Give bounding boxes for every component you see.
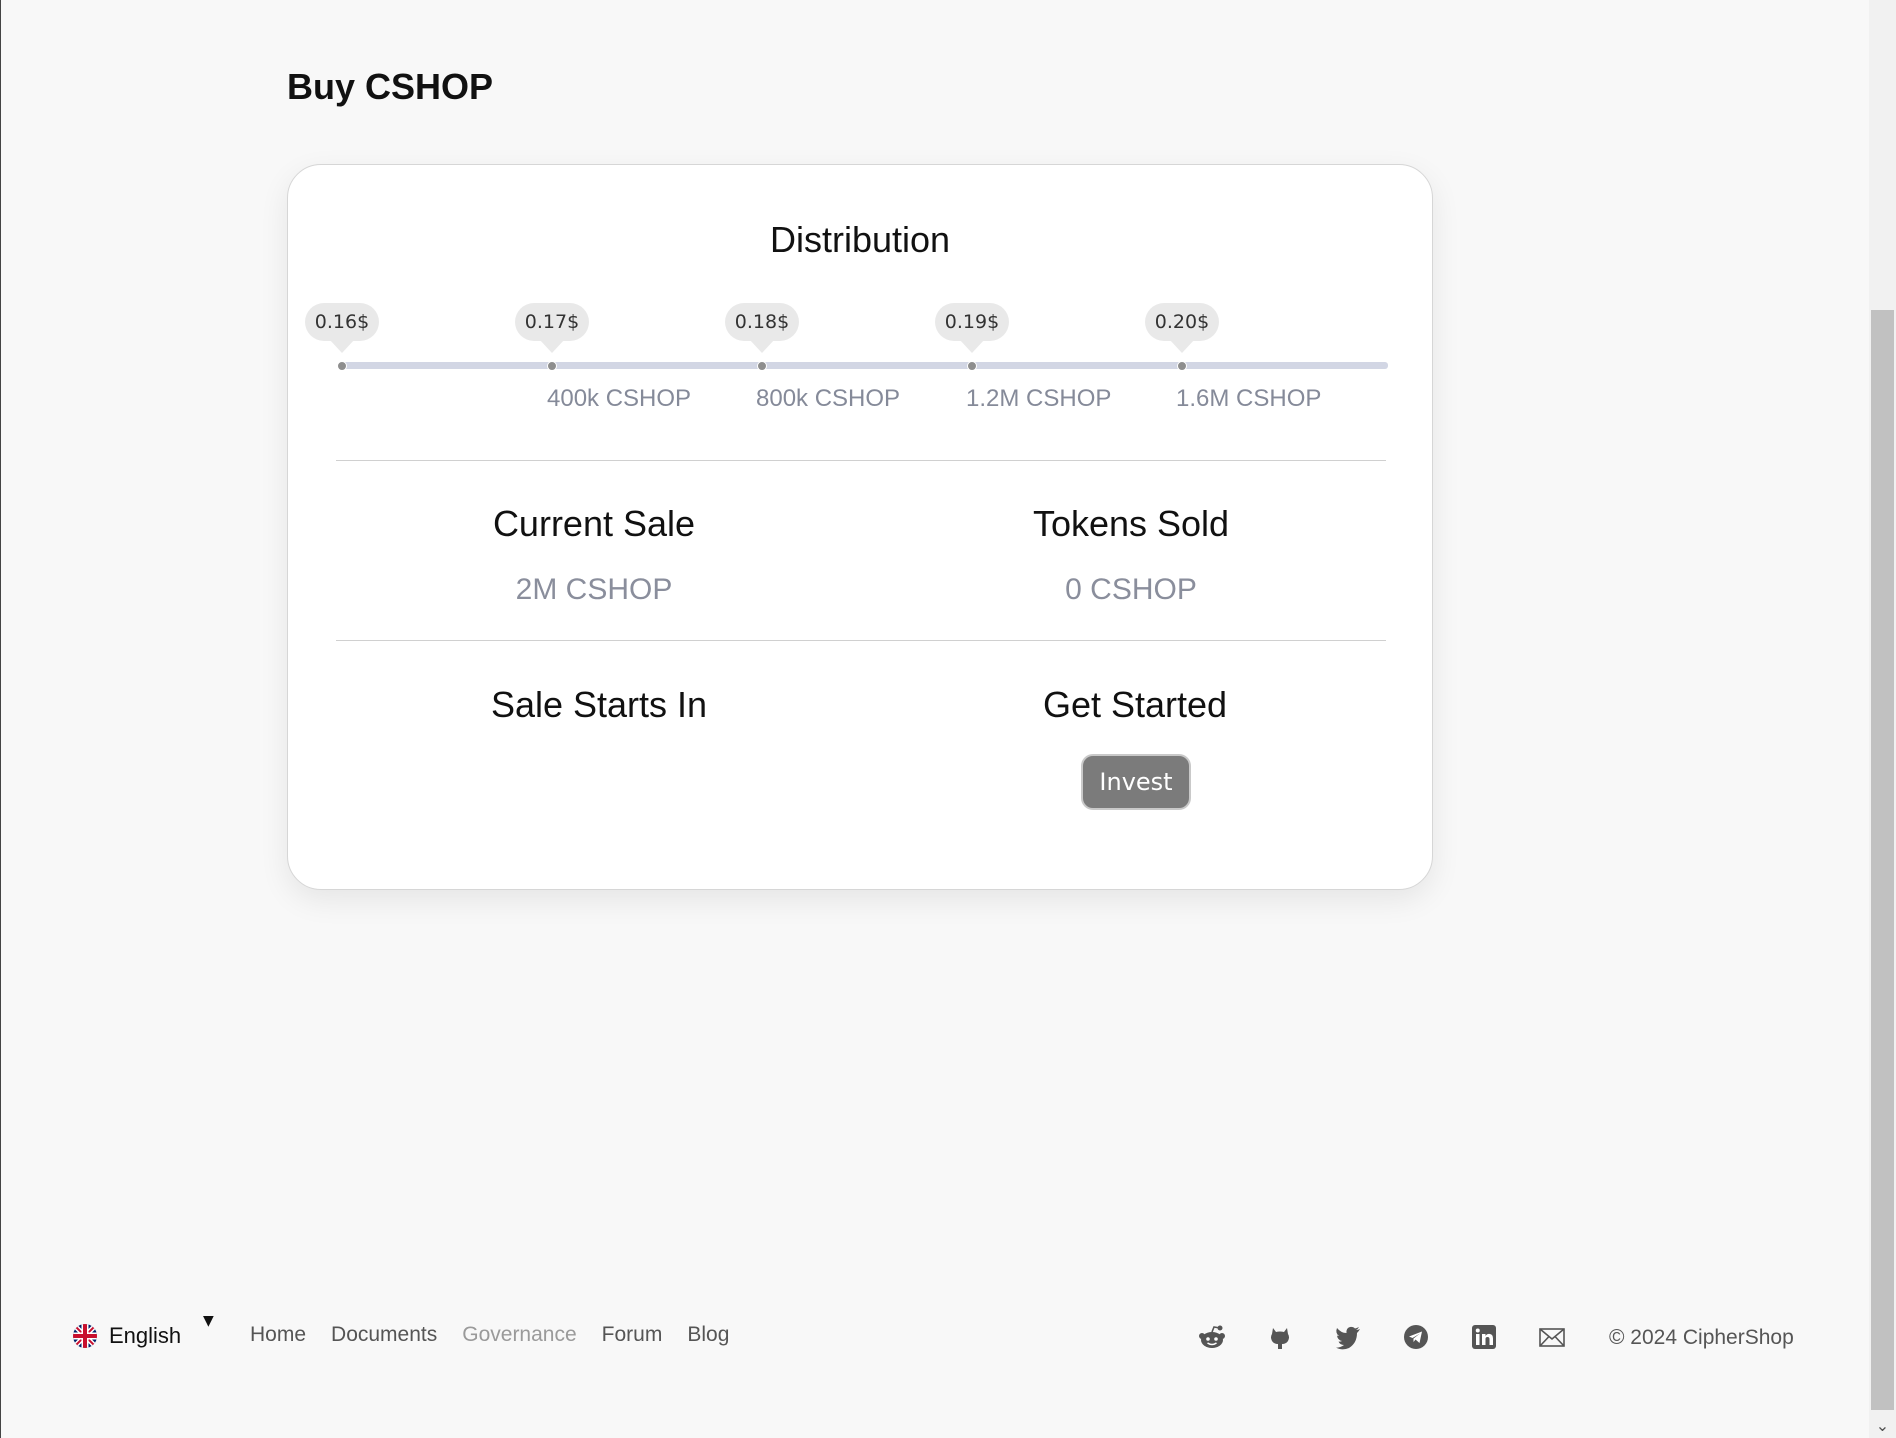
divider bbox=[336, 640, 1386, 641]
price-bubble: 0.18$ bbox=[725, 303, 799, 353]
distribution-marker bbox=[337, 361, 347, 371]
distribution-marker bbox=[757, 361, 767, 371]
footer: English ▼ Home Documents Governance Foru… bbox=[1, 1310, 1870, 1370]
tier-label: 400k CSHOP bbox=[547, 385, 692, 412]
email-icon[interactable] bbox=[1537, 1322, 1567, 1352]
divider bbox=[336, 460, 1386, 461]
reddit-icon[interactable] bbox=[1197, 1322, 1227, 1352]
nav-blog[interactable]: Blog bbox=[687, 1323, 729, 1347]
tokens-sold-heading: Tokens Sold bbox=[1032, 503, 1230, 544]
language-selector[interactable]: English ▼ bbox=[73, 1313, 214, 1349]
sale-card: Distribution 0.16$ 0.17$ 400k CSHOP 0.18… bbox=[287, 164, 1433, 890]
tier-label: 1.2M CSHOP bbox=[966, 385, 1112, 412]
social-links bbox=[1197, 1322, 1605, 1352]
footer-nav: Home Documents Governance Forum Blog bbox=[250, 1323, 729, 1347]
nav-documents[interactable]: Documents bbox=[331, 1323, 437, 1347]
scrollbar-thumb[interactable] bbox=[1871, 310, 1894, 1410]
distribution-title: Distribution bbox=[769, 219, 951, 260]
uk-flag-icon bbox=[73, 1324, 97, 1348]
sale-starts-heading: Sale Starts In bbox=[490, 684, 708, 725]
tier-label: 1.6M CSHOP bbox=[1176, 385, 1322, 412]
price-bubble: 0.19$ bbox=[935, 303, 1009, 353]
twitter-icon[interactable] bbox=[1333, 1322, 1363, 1352]
nav-governance[interactable]: Governance bbox=[462, 1323, 576, 1347]
price-bubble: 0.16$ bbox=[305, 303, 379, 353]
copyright: © 2024 CipherShop bbox=[1609, 1326, 1794, 1349]
current-sale-value: 2M CSHOP bbox=[515, 573, 673, 606]
price-bubble: 0.20$ bbox=[1145, 303, 1219, 353]
telegram-icon[interactable] bbox=[1401, 1322, 1431, 1352]
distribution-marker bbox=[967, 361, 977, 371]
nav-forum[interactable]: Forum bbox=[602, 1323, 663, 1347]
get-started-heading: Get Started bbox=[1042, 684, 1228, 725]
page-viewport: Buy CSHOP Distribution 0.16$ 0.17$ 400k … bbox=[0, 0, 1869, 1438]
github-icon[interactable] bbox=[1265, 1322, 1295, 1352]
tokens-sold-value: 0 CSHOP bbox=[1065, 573, 1197, 606]
language-label: English bbox=[109, 1323, 182, 1348]
distribution-marker bbox=[1177, 361, 1187, 371]
current-sale-heading: Current Sale bbox=[492, 503, 696, 544]
tier-label: 800k CSHOP bbox=[756, 385, 901, 412]
linkedin-icon[interactable] bbox=[1469, 1322, 1499, 1352]
nav-home[interactable]: Home bbox=[250, 1323, 306, 1347]
price-bubble: 0.17$ bbox=[515, 303, 589, 353]
page-title: Buy CSHOP bbox=[287, 66, 494, 107]
vertical-scrollbar[interactable]: ⌄ bbox=[1869, 0, 1896, 1438]
chevron-down-icon: ▼ bbox=[203, 1313, 214, 1329]
invest-button[interactable]: Invest bbox=[1081, 754, 1191, 810]
distribution-marker bbox=[547, 361, 557, 371]
distribution-track bbox=[338, 362, 1388, 369]
scroll-down-icon[interactable]: ⌄ bbox=[1869, 1414, 1896, 1438]
